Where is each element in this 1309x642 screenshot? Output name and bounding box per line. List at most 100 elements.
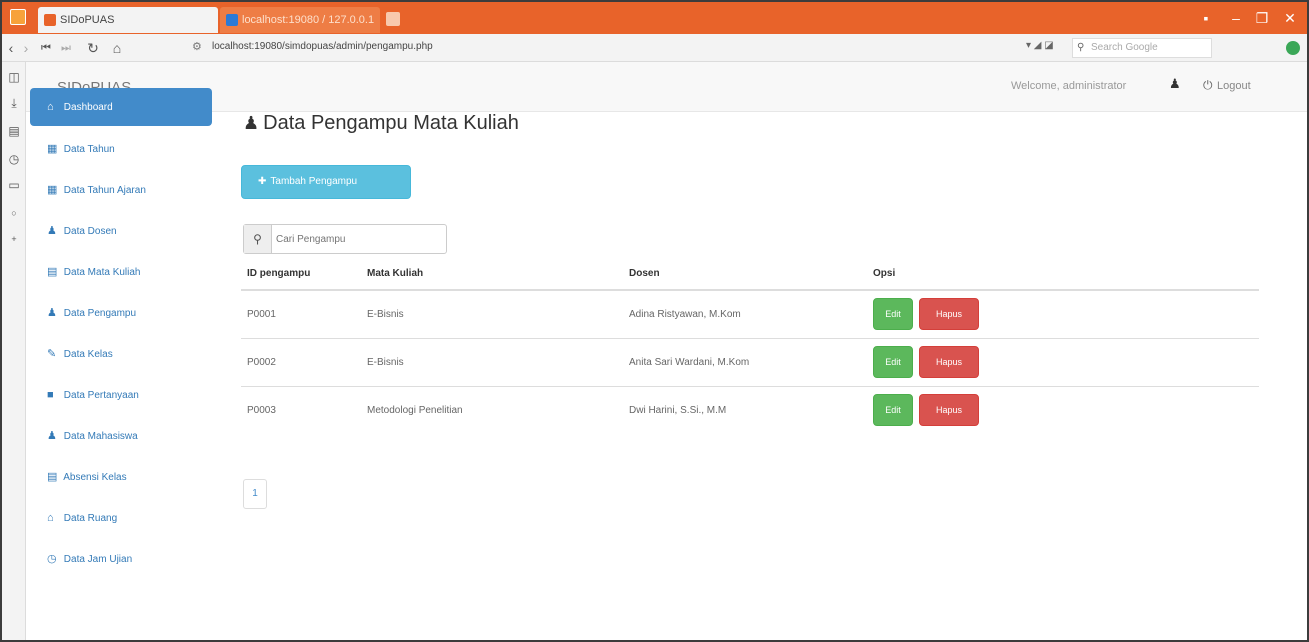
tab-favicon-icon	[44, 14, 56, 26]
sidebar-item-absensi-kelas[interactable]: ▤ Absensi Kelas	[30, 457, 212, 498]
settings-icon[interactable]: ○	[7, 206, 21, 220]
question-icon: ■	[47, 389, 54, 401]
user-icon: ♟	[47, 225, 57, 237]
tab-favicon-icon	[226, 14, 238, 26]
pagination-page-1[interactable]: 1	[243, 479, 267, 509]
add-panel-icon[interactable]: +	[7, 232, 21, 246]
cell-id: P0002	[241, 337, 361, 386]
maximize-button[interactable]: ❐	[1250, 8, 1274, 28]
calendar-icon: ▦	[47, 184, 58, 196]
minimize-button[interactable]: –	[1224, 8, 1248, 28]
clock-icon: ◷	[47, 553, 57, 565]
sidebar-item-label: Data Kelas	[63, 349, 113, 360]
edit-button[interactable]: Edit	[873, 346, 913, 378]
cell-mata-kuliah: Metodologi Penelitian	[361, 385, 623, 434]
column-header: Mata Kuliah	[361, 258, 623, 291]
close-window-button[interactable]: ✕	[1276, 8, 1304, 28]
table-row: P0003 Metodologi Penelitian Dwi Harini, …	[241, 385, 1259, 434]
cell-opsi: Edit Hapus	[867, 289, 1259, 338]
cell-id: P0001	[241, 289, 361, 338]
bookmarks-icon[interactable]: ◫	[7, 70, 21, 84]
list-icon: ▤	[47, 471, 58, 483]
browser-sidebar: ◫ ⤓ ▤ ◷ ▭ ○ +	[2, 62, 26, 640]
edit-button[interactable]: Edit	[873, 394, 913, 427]
sidebar-item-dashboard[interactable]: ⌂ Dashboard	[30, 88, 212, 126]
sidebar-item-data-tahun[interactable]: ▦ Data Tahun	[30, 129, 212, 170]
edit-button[interactable]: Edit	[873, 298, 913, 331]
window-icon[interactable]: ▭	[7, 178, 21, 192]
pencil-icon: ✎	[47, 348, 57, 360]
last-page-icon[interactable]: ⏭	[58, 38, 74, 58]
browser-window: SIDoPUAS localhost:19080 / 127.0.0.1 ▪ –…	[0, 0, 1309, 642]
sidebar-item-label: Data Jam Ujian	[63, 554, 133, 565]
cell-opsi: Edit Hapus	[867, 337, 1259, 386]
delete-button[interactable]: Hapus	[919, 394, 979, 427]
sidebar-item-label: Data Tahun	[63, 144, 115, 155]
search-icon: ⚲	[1077, 42, 1085, 53]
history-icon[interactable]: ◷	[7, 152, 21, 166]
column-header: ID pengampu	[241, 258, 361, 291]
sidebar-item-data-pengampu[interactable]: ♟ Data Pengampu	[30, 293, 212, 334]
add-pengampu-button[interactable]: ✚ Tambah Pengampu	[241, 165, 411, 199]
welcome-text: Welcome, administrator	[1011, 80, 1127, 92]
sidebar-item-data-mahasiswa[interactable]: ♟ Data Mahasiswa	[30, 416, 212, 457]
search-group: ⚲	[243, 224, 447, 254]
table-header-row: ID pengampu Mata Kuliah Dosen Opsi	[241, 258, 1259, 291]
user-icon: ♟	[47, 307, 57, 319]
tab-label: localhost:19080 / 127.0.0.1	[242, 14, 375, 26]
sidebar-item-data-jam-ujian[interactable]: ◷ Data Jam Ujian	[30, 539, 212, 580]
sidebar-item-label: Data Ruang	[63, 513, 118, 524]
new-tab-button[interactable]	[386, 12, 400, 26]
sidebar-item-label: Data Dosen	[63, 226, 117, 237]
cell-mata-kuliah: E-Bisnis	[361, 289, 623, 338]
search-icon: ⚲	[244, 225, 272, 253]
add-button-label: Tambah Pengampu	[270, 176, 358, 187]
page-title: ♟ Data Pengampu Mata Kuliah	[243, 112, 519, 135]
logout-link[interactable]: Logout	[1217, 80, 1251, 92]
user-icon: ♟	[47, 430, 57, 442]
back-icon[interactable]: ‹	[4, 38, 18, 58]
download-icon[interactable]: ⤓	[7, 96, 21, 110]
plus-icon: ✚	[258, 176, 267, 187]
forward-icon[interactable]: ›	[20, 38, 32, 58]
sidebar-menu: ⌂ Dashboard ▦ Data Tahun ▦ Data Tahun Aj…	[30, 88, 212, 580]
cell-opsi: Edit Hapus	[867, 385, 1259, 434]
address-bar[interactable]: localhost:19080/simdopuas/admin/pengampu…	[212, 41, 912, 52]
sidebar-item-label: Dashboard	[63, 102, 113, 113]
sidebar-item-data-pertanyaan[interactable]: ■ Data Pertanyaan	[30, 375, 212, 416]
reload-icon[interactable]: ↻	[84, 38, 102, 58]
sidebar-item-data-tahun-ajaran[interactable]: ▦ Data Tahun Ajaran	[30, 170, 212, 211]
user-icon: ♟	[243, 113, 260, 133]
sidebar-item-label: Absensi Kelas	[63, 472, 127, 483]
table-row: P0001 E-Bisnis Adina Ristyawan, M.Kom Ed…	[241, 289, 1259, 338]
logout-icon: ⏻	[1203, 78, 1213, 92]
browser-search-placeholder: Search Google	[1091, 42, 1158, 53]
browser-search-box[interactable]: ⚲ Search Google	[1072, 38, 1212, 58]
tab-sidopuas[interactable]: SIDoPUAS	[38, 7, 218, 33]
sidebar-item-label: Data Pertanyaan	[63, 390, 139, 401]
sidebar-item-label: Data Mahasiswa	[63, 431, 138, 442]
delete-button[interactable]: Hapus	[919, 346, 979, 378]
sidebar-item-data-mata-kuliah[interactable]: ▤ Data Mata Kuliah	[30, 252, 212, 293]
site-info-icon[interactable]: ⚙	[192, 40, 206, 53]
delete-button[interactable]: Hapus	[919, 298, 979, 331]
home-icon[interactable]: ⌂	[108, 38, 126, 58]
notes-icon[interactable]: ▤	[7, 124, 21, 138]
address-actions-icon[interactable]: ▾ ◢ ◪	[1026, 40, 1054, 51]
sidebar-item-data-kelas[interactable]: ✎ Data Kelas	[30, 334, 212, 375]
home-icon: ⌂	[47, 101, 54, 113]
cell-dosen: Adina Ristyawan, M.Kom	[623, 289, 867, 338]
first-page-icon[interactable]: ⏮	[38, 38, 54, 58]
top-navbar: SIDoPUAS Welcome, administrator ♟ ⏻ Logo…	[26, 62, 1307, 112]
sidebar-item-data-ruang[interactable]: ⌂ Data Ruang	[30, 498, 212, 539]
user-icon: ♟	[1169, 76, 1181, 91]
browser-logo-icon	[10, 9, 26, 25]
column-header: Opsi	[867, 258, 1259, 291]
sidebar-item-data-dosen[interactable]: ♟ Data Dosen	[30, 211, 212, 252]
home-icon: ⌂	[47, 512, 54, 524]
tab-localhost[interactable]: localhost:19080 / 127.0.0.1	[220, 7, 380, 33]
extension-icon[interactable]	[1286, 41, 1300, 55]
cell-id: P0003	[241, 385, 361, 434]
apps-icon[interactable]: ▪	[1198, 8, 1214, 28]
search-input[interactable]	[276, 229, 441, 249]
